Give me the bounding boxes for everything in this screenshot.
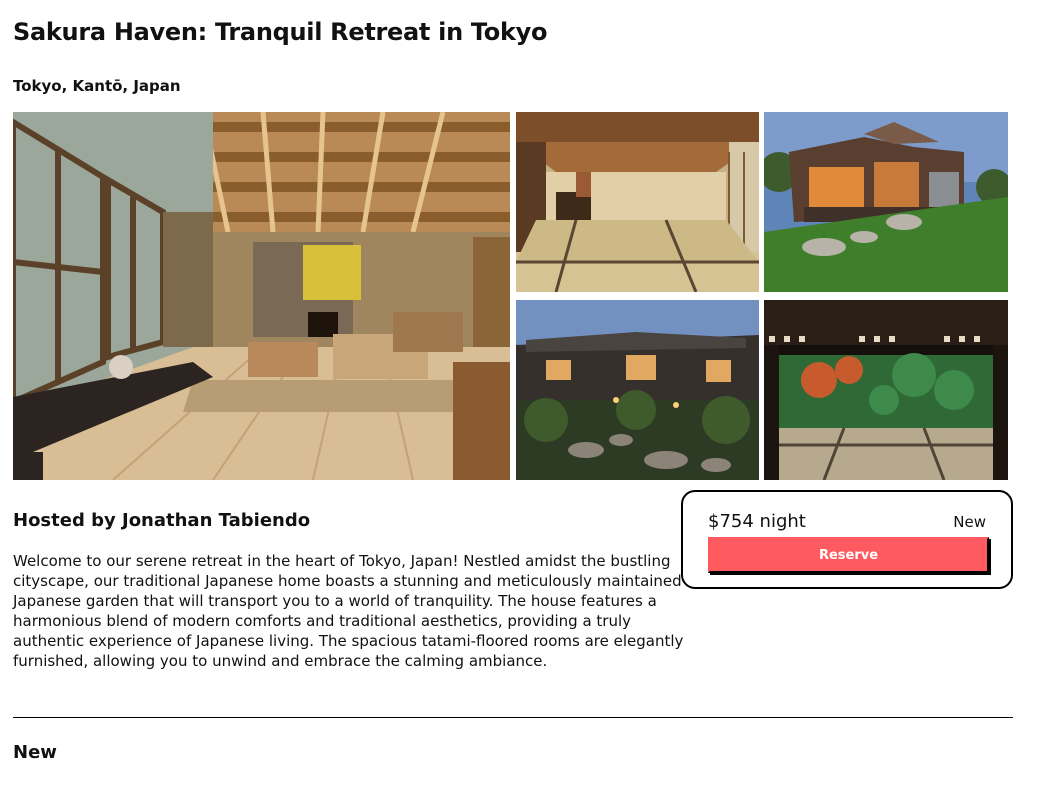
listing-description: Welcome to our serene retreat in the hea… bbox=[13, 552, 684, 670]
garden-view-photo[interactable] bbox=[764, 300, 1008, 480]
price-per-night: $754 night bbox=[708, 511, 806, 532]
photo-gallery bbox=[13, 112, 1008, 480]
section-divider bbox=[13, 717, 1013, 718]
new-badge: New bbox=[953, 513, 986, 531]
listing-title: Sakura Haven: Tranquil Retreat in Tokyo bbox=[13, 18, 548, 46]
booking-card: $754 night New Reserve bbox=[681, 490, 1013, 589]
tatami-room-photo[interactable] bbox=[516, 112, 759, 292]
listing-location[interactable]: Tokyo, Kantō, Japan bbox=[13, 77, 181, 95]
house-exterior-photo[interactable] bbox=[764, 112, 1008, 292]
courtyard-garden-photo[interactable] bbox=[516, 300, 759, 480]
host-name: Hosted by Jonathan Tabiendo bbox=[13, 510, 311, 531]
living-room-photo[interactable] bbox=[13, 112, 510, 480]
reserve-button[interactable]: Reserve bbox=[708, 537, 989, 573]
reviews-heading: New bbox=[13, 742, 57, 763]
